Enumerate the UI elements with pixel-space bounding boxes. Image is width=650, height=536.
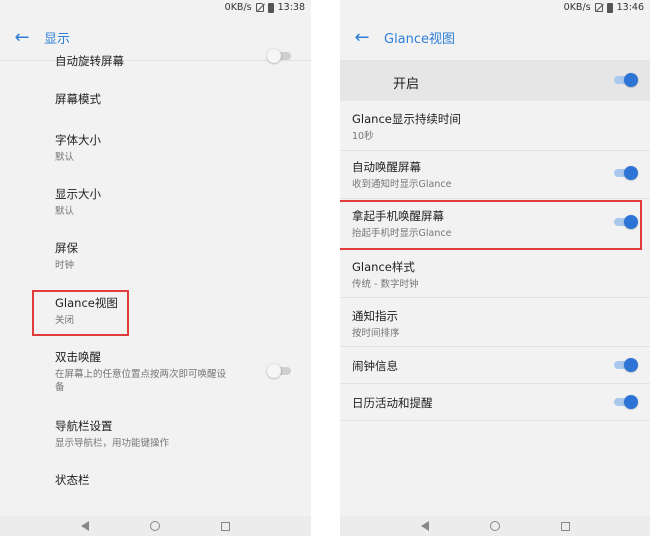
left-phone-screen: 0KB/s 13:38 ← 显示 自动旋转屏幕 屏幕模式 字体大小 默认 显示大… [0, 0, 311, 536]
master-switch-row[interactable]: 开启 [340, 61, 650, 101]
app-bar: ← Glance视图 [340, 15, 650, 61]
master-toggle[interactable] [612, 73, 638, 87]
item-subtitle: 默认 [55, 206, 75, 217]
toggle-double-tap-wake[interactable] [267, 364, 293, 378]
battery-icon [606, 2, 613, 13]
list-item-auto-rotate[interactable]: 自动旋转屏幕 [0, 49, 311, 71]
item-subtitle: 显示导航栏，用功能键操作 [55, 438, 170, 449]
status-bar: 0KB/s 13:38 [0, 0, 311, 15]
nav-home-icon[interactable] [149, 521, 160, 531]
list-item-alarm-info[interactable]: 闹钟信息 [340, 358, 650, 378]
list-item-glance-style[interactable]: Glance样式 传统 - 数字时钟 [340, 259, 650, 293]
item-title: 日历活动和提醒 [352, 396, 433, 410]
network-speed: 0KB/s [224, 2, 252, 13]
divider [340, 297, 650, 298]
item-title: 字体大小 [55, 133, 101, 147]
item-subtitle-line2: 备 [55, 382, 65, 393]
item-title: 屏幕模式 [55, 92, 101, 106]
item-title: Glance样式 [352, 260, 415, 274]
list-item-notification-indicator[interactable]: 通知指示 按时间排序 [340, 308, 650, 342]
list-item-screen-mode[interactable]: 屏幕模式 [0, 91, 311, 111]
page-title: 显示 [44, 32, 71, 47]
nav-back-icon[interactable] [420, 521, 429, 531]
item-title: 通知指示 [352, 309, 398, 323]
divider [340, 383, 650, 384]
nav-back-icon[interactable] [80, 521, 89, 531]
network-speed: 0KB/s [563, 2, 591, 13]
list-item-glance-duration[interactable]: Glance显示持续时间 10秒 [340, 111, 650, 145]
list-item-font-size[interactable]: 字体大小 默认 [0, 132, 311, 166]
item-subtitle: 10秒 [352, 131, 374, 142]
divider [340, 346, 650, 347]
item-subtitle: 收到通知时显示Glance [352, 179, 452, 190]
list-item-status-bar[interactable]: 状态栏 [0, 472, 311, 492]
item-title: 自动唤醒屏幕 [352, 160, 421, 174]
toggle-alarm-info[interactable] [612, 358, 638, 372]
list-item-screensaver[interactable]: 屏保 时钟 [0, 240, 311, 274]
item-subtitle: 默认 [55, 152, 75, 163]
item-subtitle: 传统 - 数字时钟 [352, 279, 419, 290]
nav-recents-icon[interactable] [221, 521, 231, 531]
highlight-box [340, 200, 642, 250]
system-nav-bar [0, 516, 311, 536]
toggle-auto-wake[interactable] [612, 166, 638, 180]
status-bar: 0KB/s 13:46 [340, 0, 650, 15]
toggle-auto-rotate[interactable] [267, 49, 293, 63]
battery-icon [267, 2, 274, 13]
glance-settings-list: 开启 Glance显示持续时间 10秒 自动唤醒屏幕 收到通知时显示Glance… [340, 61, 650, 516]
no-sim-icon [594, 3, 603, 12]
clock: 13:46 [616, 2, 644, 13]
nav-home-icon[interactable] [489, 521, 500, 531]
item-title: 自动旋转屏幕 [55, 54, 124, 68]
system-nav-bar [340, 516, 650, 536]
list-item-double-tap-wake[interactable]: 双击唤醒 在屏幕上的任意位置点按两次即可唤醒设 备 [0, 349, 311, 397]
item-subtitle: 时钟 [55, 260, 75, 271]
back-arrow-icon[interactable]: ← [340, 15, 384, 61]
list-item-auto-wake-screen[interactable]: 自动唤醒屏幕 收到通知时显示Glance [340, 159, 650, 193]
item-title: 双击唤醒 [55, 350, 101, 364]
divider [340, 420, 650, 421]
item-subtitle: 在屏幕上的任意位置点按两次即可唤醒设 [55, 369, 227, 380]
page-title: Glance视图 [384, 32, 456, 47]
item-title: 闹钟信息 [352, 359, 398, 373]
list-item-calendar-events[interactable]: 日历活动和提醒 [340, 395, 650, 415]
toggle-calendar-events[interactable] [612, 395, 638, 409]
divider [340, 150, 650, 151]
item-title: 屏保 [55, 241, 78, 255]
item-title: 导航栏设置 [55, 419, 113, 433]
master-switch-label: 开启 [393, 77, 420, 92]
item-title: 显示大小 [55, 187, 101, 201]
item-subtitle: 按时间排序 [352, 328, 400, 339]
item-title: 状态栏 [55, 473, 90, 487]
right-phone-screen: 0KB/s 13:46 ← Glance视图 开启 Glance显示持续时间 1… [340, 0, 650, 536]
nav-recents-icon[interactable] [560, 521, 570, 531]
list-item-display-size[interactable]: 显示大小 默认 [0, 186, 311, 220]
item-title: Glance显示持续时间 [352, 112, 461, 126]
no-sim-icon [255, 3, 264, 12]
settings-list: 自动旋转屏幕 屏幕模式 字体大小 默认 显示大小 默认 屏保 时钟 Glance… [0, 49, 311, 516]
list-item-navbar-settings[interactable]: 导航栏设置 显示导航栏，用功能键操作 [0, 418, 311, 452]
divider [340, 198, 650, 199]
highlight-box [32, 290, 129, 336]
clock: 13:38 [277, 2, 305, 13]
